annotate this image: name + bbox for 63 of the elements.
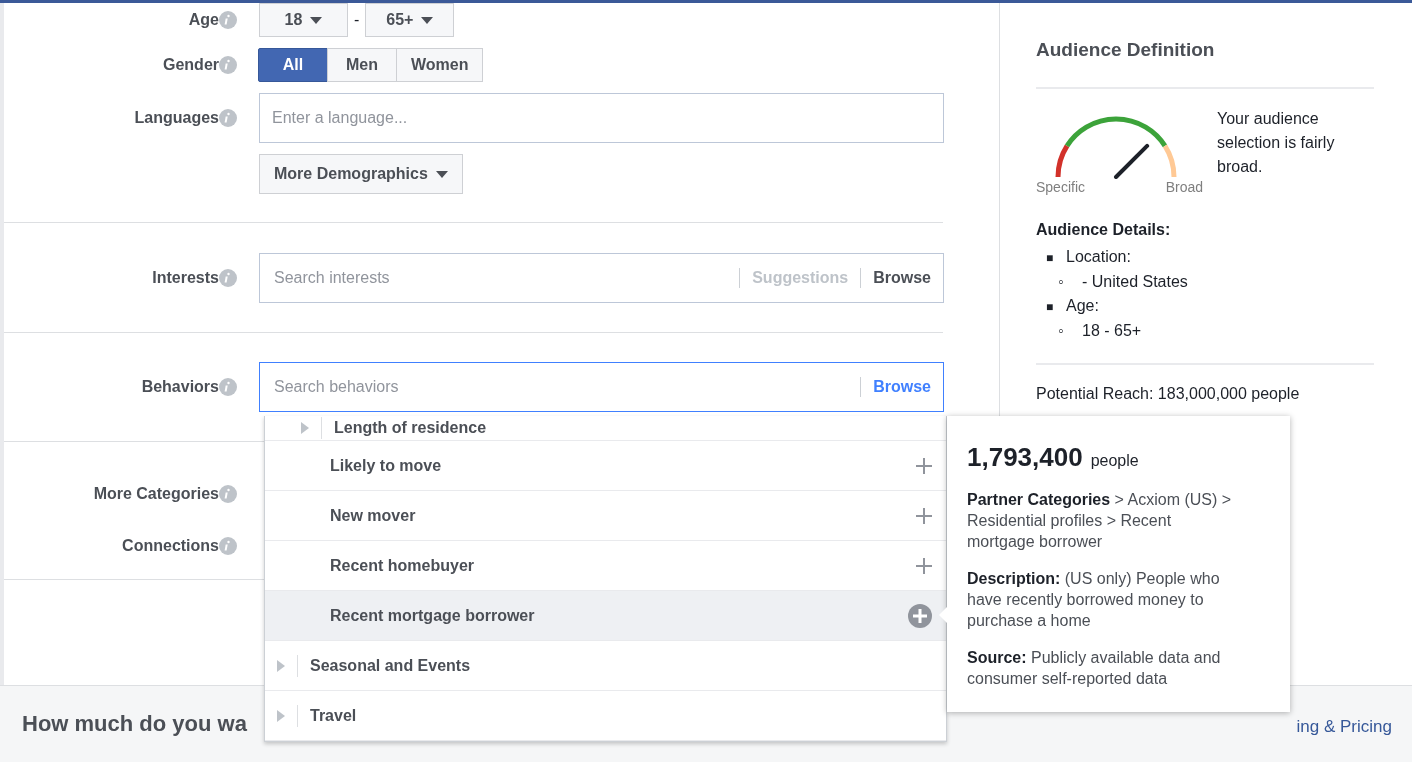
gender-option[interactable]: All (258, 48, 328, 82)
category-path: Partner Categories > Acxiom (US) > Residential profiles > Recent mortgage borrower (967, 490, 1233, 552)
field-label: Age (188, 11, 219, 29)
caret-icon (435, 170, 448, 178)
dropdown-item[interactable]: New mover (265, 491, 946, 541)
dropdown-item[interactable]: Seasonal and Events (265, 641, 946, 691)
add-icon[interactable] (916, 457, 932, 474)
field-label: Languages (134, 109, 219, 127)
field-label: Behaviors (141, 378, 219, 396)
field-label: Interests (152, 269, 219, 287)
behaviors-field[interactable]: Search behaviors Browse (259, 362, 944, 412)
audience-summary: Your audience selection is fairly broad. (1217, 109, 1336, 177)
source: Source: Publicly available data and consumer self-reported data (967, 648, 1222, 689)
list-marker: ◦ (1058, 321, 1065, 341)
caret-icon (310, 16, 323, 24)
info-icon[interactable] (219, 11, 237, 29)
info-icon[interactable] (219, 56, 237, 74)
field-label: Gender (163, 56, 219, 74)
more-demographics-button[interactable]: More Demographics (259, 154, 463, 194)
add-icon[interactable] (916, 557, 932, 574)
detail-label: Age: (1066, 297, 1099, 314)
caret-icon (421, 16, 434, 24)
field-label: Connections (122, 537, 219, 555)
section-heading: How much do you wa (22, 711, 247, 737)
age-min-dropdown[interactable]: 18 (259, 3, 348, 37)
detail-label: Location: (1066, 248, 1131, 265)
detail-value: - United States (1082, 273, 1188, 290)
add-icon[interactable] (908, 603, 932, 628)
description: Description: (US only) People who have recently borrowed money to purchase a home (967, 569, 1221, 631)
expand-arrow-icon[interactable] (277, 659, 285, 672)
info-icon[interactable] (219, 269, 237, 287)
info-icon[interactable] (219, 109, 237, 127)
dropdown-item[interactable]: Recent mortgage borrower (265, 591, 946, 641)
add-icon[interactable] (916, 507, 932, 524)
list-marker: ■ (1046, 299, 1055, 316)
detail-value: 18 - 65+ (1082, 322, 1142, 339)
gender-option[interactable]: Men (327, 48, 397, 82)
expand-arrow-icon[interactable] (277, 709, 285, 722)
info-icon[interactable] (219, 485, 237, 503)
browse-link[interactable]: Browse (860, 377, 931, 397)
expand-arrow-icon[interactable] (301, 422, 309, 434)
field-link[interactable]: Browse (860, 268, 931, 288)
list-marker: ◦ (1058, 272, 1065, 292)
info-icon[interactable] (219, 537, 237, 555)
range-separator: - (354, 11, 360, 29)
gauge-label: Specific (1036, 179, 1086, 195)
reach-count: 1,793,400 (967, 442, 1083, 472)
age-max-dropdown[interactable]: 65+ (365, 3, 455, 37)
list-marker: ■ (1046, 250, 1055, 267)
details-title: Audience Details: (1036, 221, 1172, 239)
reach-unit: people (1090, 452, 1139, 469)
potential-reach: Potential Reach: 183,000,000 people (1036, 363, 1374, 403)
dropdown-item[interactable]: Travel (265, 691, 946, 741)
info-icon[interactable] (219, 378, 237, 396)
dropdown-item[interactable]: Length of residence (265, 416, 946, 441)
help-link[interactable]: ing & Pricing (1296, 717, 1392, 737)
field-label: More Categories (93, 485, 219, 503)
dropdown-item[interactable]: Likely to move (265, 441, 946, 491)
dropdown-item[interactable]: Recent homebuyer (265, 541, 946, 591)
gender-option[interactable]: Women (396, 48, 484, 82)
panel-title: Audience Definition (1036, 39, 1374, 89)
language-field[interactable]: Enter a language... (259, 93, 944, 143)
gauge-label: Broad (1165, 179, 1203, 195)
